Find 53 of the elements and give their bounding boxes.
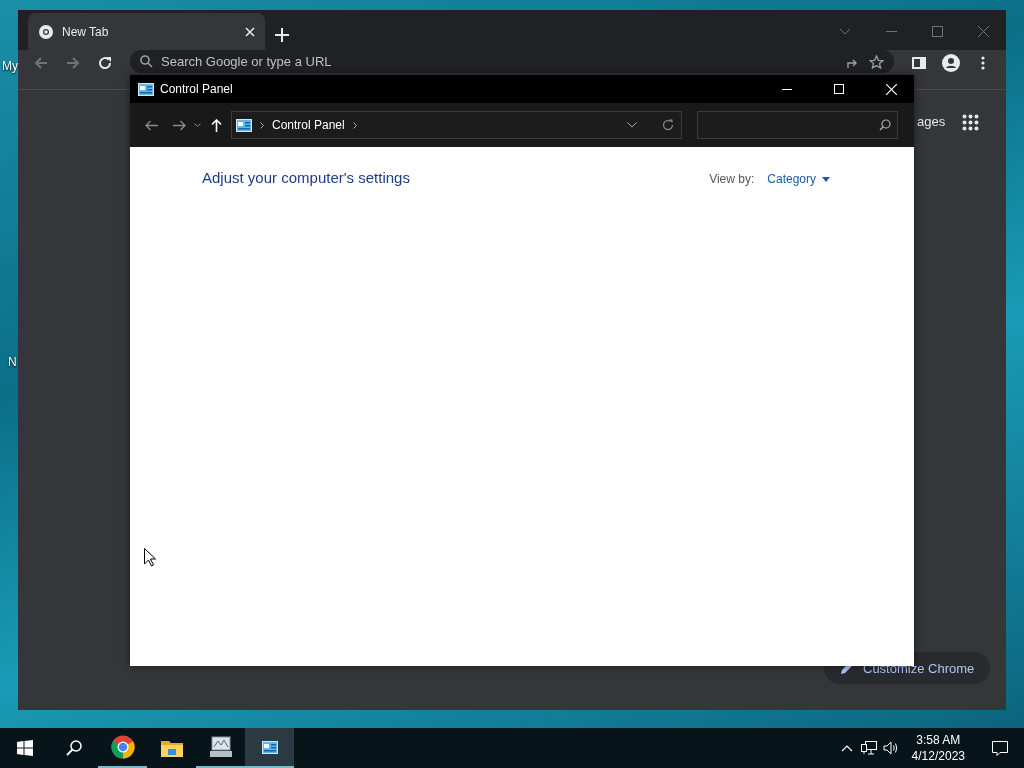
images-link[interactable]: ages: [917, 114, 946, 129]
chevron-down-icon[interactable]: [839, 27, 851, 35]
plus-icon[interactable]: [275, 28, 289, 42]
page-heading: Adjust your computer's settings: [202, 169, 411, 186]
desktop-icon-label: My: [2, 59, 18, 73]
control-panel-icon: [236, 118, 252, 132]
chevron-down-icon[interactable]: [194, 123, 201, 127]
chevron-up-icon[interactable]: [840, 744, 853, 752]
mouse-cursor-icon: [144, 548, 156, 567]
control-panel-icon: [261, 740, 278, 754]
menu-icon[interactable]: [981, 56, 985, 70]
caret-icon: [822, 176, 830, 182]
chevron-right-icon[interactable]: [352, 121, 357, 129]
forward-arrow-icon[interactable]: [66, 56, 80, 70]
star-icon[interactable]: [869, 54, 884, 69]
address-bar[interactable]: Search Google or type a URL: [130, 50, 894, 73]
search-icon: [879, 119, 891, 131]
start-icon[interactable]: [16, 740, 33, 756]
forward-arrow-icon[interactable]: [172, 119, 186, 131]
reload-icon[interactable]: [98, 56, 112, 70]
apps-grid-icon[interactable]: [962, 114, 979, 131]
volume-icon[interactable]: [882, 741, 899, 755]
breadcrumb-item[interactable]: Control Panel: [272, 118, 345, 132]
profile-icon[interactable]: [942, 54, 960, 72]
view-by-dropdown[interactable]: Category: [767, 172, 830, 186]
desktop-icon-label: N: [8, 355, 17, 369]
clock[interactable]: 3:58 AM 4/12/2023: [901, 733, 975, 763]
globe-icon: [38, 23, 54, 40]
browser-tab[interactable]: New Tab: [28, 13, 265, 50]
search-icon[interactable]: [65, 740, 82, 756]
back-arrow-icon[interactable]: [34, 56, 48, 70]
address-bar[interactable]: Control Panel: [231, 111, 682, 139]
search-icon: [140, 55, 153, 68]
minimize-icon[interactable]: [782, 88, 792, 90]
monitor-icon: [208, 736, 233, 758]
view-by-label: View by:: [709, 172, 755, 186]
side-panel-icon[interactable]: [912, 57, 926, 69]
chevron-right-icon: [260, 121, 264, 129]
up-arrow-icon[interactable]: [210, 118, 222, 132]
control-panel-icon: [138, 82, 154, 96]
chrome-icon: [110, 735, 135, 759]
refresh-icon[interactable]: [662, 119, 674, 131]
folder-icon: [160, 739, 183, 757]
clock-date: 4/12/2023: [911, 749, 965, 763]
search-field[interactable]: [697, 111, 898, 139]
clock-time: 3:58 AM: [916, 733, 961, 747]
address-field[interactable]: Search Google or type a URL: [161, 54, 838, 69]
taskbar-app-button[interactable]: [245, 728, 294, 768]
chevron-down-icon[interactable]: [627, 122, 637, 128]
network-icon[interactable]: [860, 741, 877, 755]
window-title: Control Panel: [160, 82, 233, 96]
notification-icon[interactable]: [991, 740, 1008, 756]
back-arrow-icon[interactable]: [144, 119, 158, 131]
